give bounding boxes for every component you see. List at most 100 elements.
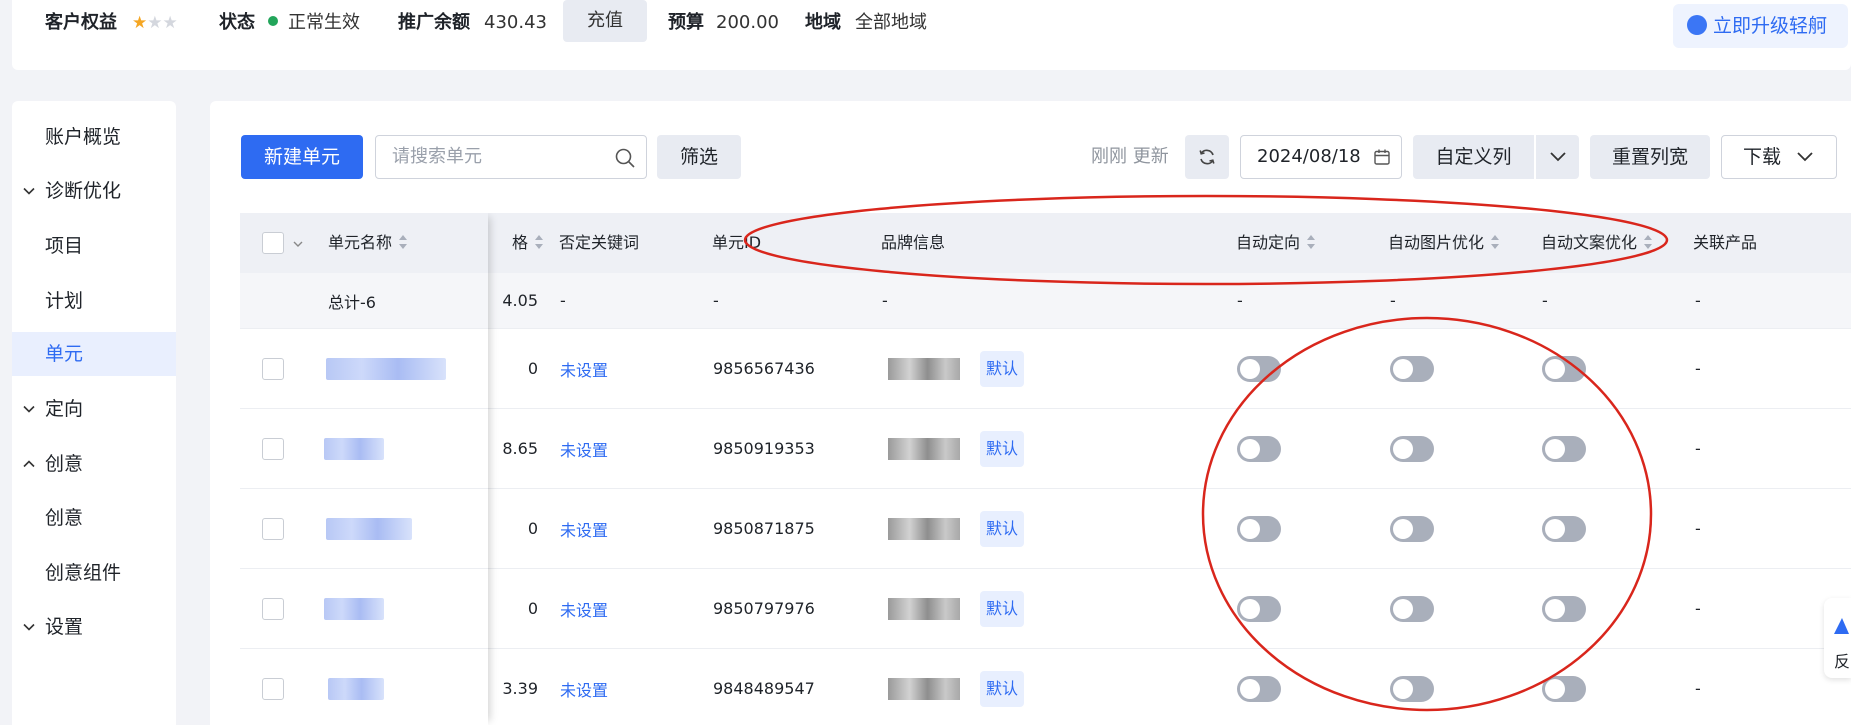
toggle-switch[interactable] — [1237, 435, 1281, 462]
budget-value: 200.00 — [716, 12, 779, 33]
new-unit-button[interactable]: 新建单元 — [241, 135, 363, 179]
negative-keywords-link[interactable]: 未设置 — [560, 649, 608, 725]
sidebar-item-targeting[interactable]: 定向 — [12, 387, 176, 431]
toggle-switch[interactable] — [1237, 515, 1281, 542]
row-checkbox[interactable] — [262, 437, 284, 460]
toggle-switch[interactable] — [1542, 435, 1586, 462]
sort-icon[interactable] — [534, 234, 544, 250]
negative-keywords-link[interactable]: 未设置 — [560, 569, 608, 648]
auto-image-switch[interactable] — [1390, 329, 1434, 408]
toggle-switch[interactable] — [1542, 515, 1586, 542]
auto-copy-switch[interactable] — [1542, 569, 1586, 648]
toggle-switch[interactable] — [1542, 595, 1586, 622]
sidebar-item-plan[interactable]: 计划 — [12, 279, 176, 323]
auto-copy-switch[interactable] — [1542, 649, 1586, 725]
sort-icon[interactable] — [1490, 234, 1500, 250]
row-checkbox[interactable] — [262, 677, 284, 700]
balance-value: 430.43 — [484, 12, 547, 33]
select-all-checkbox[interactable] — [262, 232, 284, 254]
refresh-button[interactable] — [1185, 135, 1229, 179]
download-button[interactable]: 下载 — [1721, 135, 1837, 179]
toggle-switch[interactable] — [1390, 595, 1434, 622]
total-related-product: - — [1695, 291, 1701, 310]
unit-name-link[interactable] — [324, 409, 384, 488]
unit-name-link[interactable] — [326, 329, 446, 408]
auto-image-switch[interactable] — [1390, 489, 1434, 568]
column-header-auto-copy[interactable]: 自动文案优化 — [1541, 213, 1653, 273]
sort-icon[interactable] — [398, 234, 408, 250]
toggle-switch[interactable] — [1390, 435, 1434, 462]
toggle-switch[interactable] — [1237, 355, 1281, 382]
toggle-switch[interactable] — [1542, 675, 1586, 702]
column-header-auto-targeting[interactable]: 自动定向 — [1236, 213, 1316, 273]
search-icon[interactable] — [614, 147, 636, 169]
auto-image-switch[interactable] — [1390, 649, 1434, 725]
auto-copy-switch[interactable] — [1542, 489, 1586, 568]
auto-targeting-switch[interactable] — [1237, 329, 1281, 408]
column-header-auto-image[interactable]: 自动图片优化 — [1388, 213, 1500, 273]
toggle-switch[interactable] — [1390, 675, 1434, 702]
search-input[interactable]: 请搜索单元 — [375, 135, 647, 179]
column-header-label: 自动定向 — [1236, 233, 1301, 252]
sidebar-item-account-overview[interactable]: 账户概览 — [12, 115, 176, 159]
unit-name-link[interactable] — [326, 489, 412, 568]
sidebar-item-creative-group[interactable]: 创意 — [12, 442, 176, 486]
auto-copy-switch[interactable] — [1542, 329, 1586, 408]
feedback-icon — [1834, 618, 1849, 634]
column-header-name[interactable]: 单元名称 — [328, 213, 408, 273]
column-header-unit-id: 单元ID — [712, 233, 762, 252]
auto-image-switch[interactable] — [1390, 569, 1434, 648]
sidebar-item-creative[interactable]: 创意 — [12, 496, 176, 540]
toggle-switch[interactable] — [1237, 675, 1281, 702]
toggle-switch[interactable] — [1237, 595, 1281, 622]
negative-keywords-link[interactable]: 未设置 — [560, 329, 608, 408]
sidebar-item-settings[interactable]: 设置 — [12, 605, 176, 649]
custom-columns-dropdown[interactable] — [1535, 135, 1579, 179]
row-checkbox[interactable] — [262, 597, 284, 620]
recharge-button[interactable]: 充值 — [563, 0, 647, 42]
auto-copy-switch[interactable] — [1542, 409, 1586, 488]
account-info-bar: 客户权益 ★★★ 状态 正常生效 推广余额 430.43 充值 预算 200.0… — [12, 0, 1851, 70]
sidebar-item-diagnosis[interactable]: 诊断优化 — [12, 169, 176, 213]
toggle-switch[interactable] — [1390, 515, 1434, 542]
auto-targeting-switch[interactable] — [1237, 569, 1281, 648]
table-row: 0 未设置 9856567436 默认 - — [240, 329, 1851, 409]
unit-name-link[interactable] — [324, 569, 384, 648]
redacted-name — [328, 677, 384, 700]
feedback-tab[interactable]: 反 — [1824, 598, 1851, 678]
total-unit-id: - — [713, 291, 719, 310]
row-checkbox[interactable] — [262, 517, 284, 540]
row-checkbox[interactable] — [262, 357, 284, 380]
auto-targeting-switch[interactable] — [1237, 489, 1281, 568]
negative-keywords-link[interactable]: 未设置 — [560, 409, 608, 488]
auto-targeting-switch[interactable] — [1237, 409, 1281, 488]
custom-columns-button[interactable]: 自定义列 — [1413, 135, 1534, 179]
upgrade-label: 立即升级轻舸 — [1713, 15, 1828, 37]
toggle-switch[interactable] — [1542, 355, 1586, 382]
related-product: - — [1695, 679, 1701, 698]
reset-column-width-button[interactable]: 重置列宽 — [1590, 135, 1710, 179]
upgrade-button[interactable]: 立即升级轻舸 — [1673, 4, 1848, 48]
column-header-price[interactable]: 格 — [488, 213, 544, 273]
toggle-switch[interactable] — [1390, 355, 1434, 382]
sort-icon[interactable] — [1643, 234, 1653, 250]
chevron-down-icon — [1550, 152, 1566, 162]
related-product: - — [1695, 359, 1701, 378]
negative-keywords-link[interactable]: 未设置 — [560, 489, 608, 568]
sidebar-item-creative-components[interactable]: 创意组件 — [12, 551, 176, 595]
chevron-down-icon[interactable] — [292, 239, 304, 249]
auto-image-switch[interactable] — [1390, 409, 1434, 488]
redacted-brand — [888, 597, 960, 620]
region-value[interactable]: 全部地域 — [855, 8, 927, 38]
sidebar-item-project[interactable]: 项目 — [12, 224, 176, 268]
status-dot-icon — [268, 16, 278, 26]
filter-button[interactable]: 筛选 — [657, 135, 741, 179]
chevron-down-icon — [23, 405, 35, 413]
unit-table: 单元名称 格 否定关键词 单元ID 品牌信息 自动定向 自动图片优化 自动文案优… — [240, 213, 1851, 725]
sidebar-item-unit[interactable]: 单元 — [12, 332, 176, 376]
unit-name-link[interactable] — [328, 649, 384, 725]
related-product: - — [1695, 519, 1701, 538]
auto-targeting-switch[interactable] — [1237, 649, 1281, 725]
date-picker[interactable]: 2024/08/18 — [1240, 135, 1402, 179]
sort-icon[interactable] — [1306, 234, 1316, 250]
